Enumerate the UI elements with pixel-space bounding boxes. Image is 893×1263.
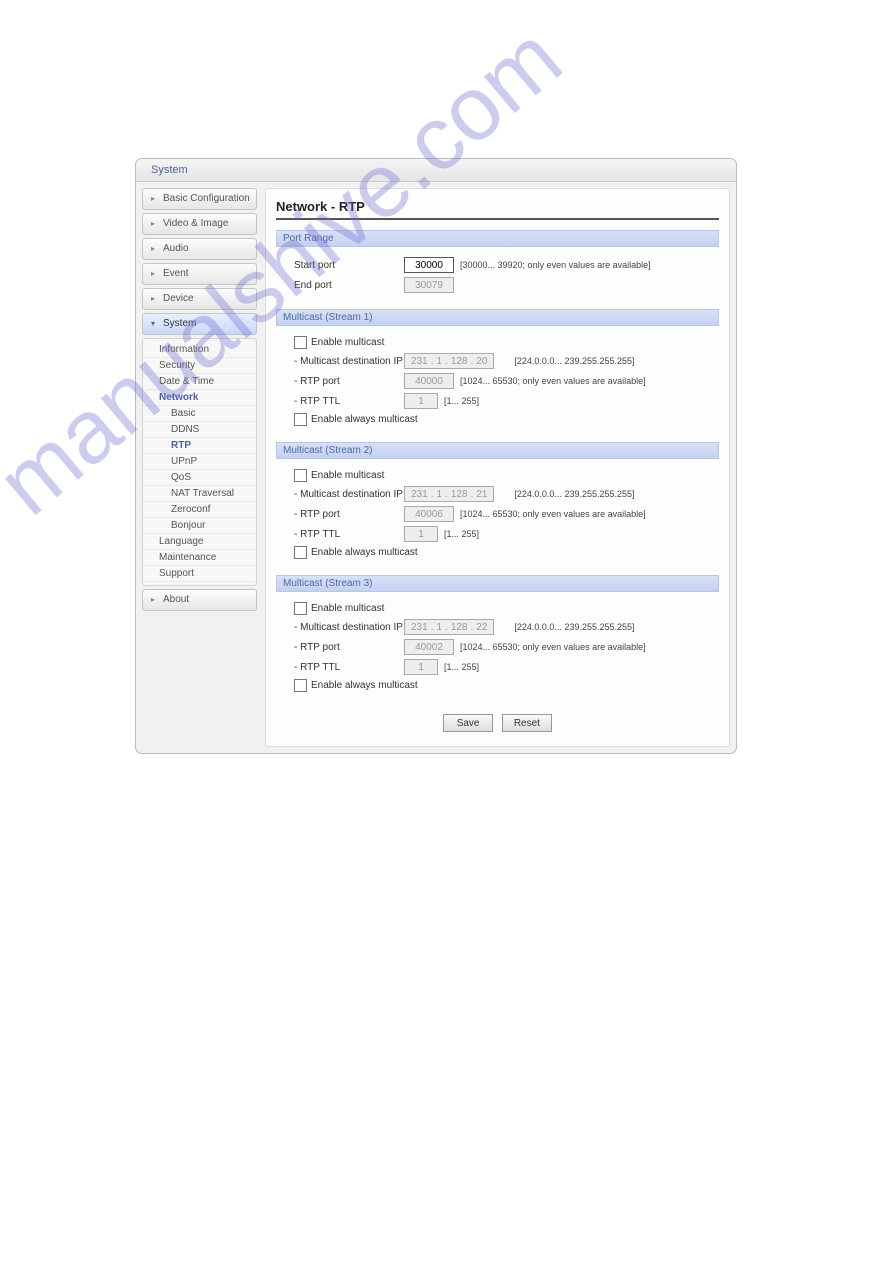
ip-hint-2: [224.0.0.0... 239.255.255.255] [514, 489, 634, 499]
ip-input-1[interactable]: 231.1.128.20 [404, 353, 494, 369]
expand-icon: ▸ [151, 189, 159, 197]
tree-item-language[interactable]: Language [143, 534, 256, 550]
sidebar-item-label: Device [163, 293, 194, 304]
always-multicast-label-2: Enable always multicast [311, 547, 418, 558]
end-port-input [404, 277, 454, 293]
section-stream2: Multicast (Stream 2) [276, 442, 719, 459]
always-multicast-label-3: Enable always multicast [311, 680, 418, 691]
tree-item-security[interactable]: Security [143, 358, 256, 374]
sidebar-item-about[interactable]: ▸ About [142, 589, 257, 611]
ip-label-3: Multicast destination IP [294, 622, 404, 633]
tree-item-support[interactable]: Support [143, 566, 256, 582]
sidebar-item-system[interactable]: ▾ System [142, 313, 257, 335]
page-title: Network - RTP [276, 199, 719, 220]
rtp-ttl-label-1: RTP TTL [294, 396, 404, 407]
tree-item-bonjour[interactable]: Bonjour [143, 518, 256, 534]
rtp-ttl-hint-2: [1... 255] [444, 529, 479, 539]
sidebar-item-label: Basic Configuration [163, 193, 250, 204]
tree-item-date-time[interactable]: Date & Time [143, 374, 256, 390]
rtp-port-hint-1: [1024... 65530; only even values are ava… [460, 376, 646, 386]
sidebar-item-event[interactable]: ▸ Event [142, 263, 257, 285]
rtp-ttl-input-1[interactable] [404, 393, 438, 409]
tree-item-ddns[interactable]: DDNS [143, 422, 256, 438]
ip-label-1: Multicast destination IP [294, 356, 404, 367]
start-port-label: Start port [294, 260, 404, 271]
always-multicast-checkbox-3[interactable] [294, 679, 307, 692]
expand-icon: ▸ [151, 214, 159, 222]
tree-item-maintenance[interactable]: Maintenance [143, 550, 256, 566]
sidebar-item-label: System [163, 318, 196, 329]
enable-multicast-checkbox-1[interactable] [294, 336, 307, 349]
tree-item-basic[interactable]: Basic [143, 406, 256, 422]
rtp-port-input-2[interactable] [404, 506, 454, 522]
end-port-label: End port [294, 280, 404, 291]
button-row: Save Reset [276, 714, 719, 732]
tree-item-network[interactable]: Network [143, 390, 256, 406]
tree-item-upnp[interactable]: UPnP [143, 454, 256, 470]
app-window: System ▸ Basic Configuration ▸ Video & Ima… [135, 158, 737, 754]
enable-multicast-label-3: Enable multicast [311, 603, 384, 614]
sidebar-item-label: Audio [163, 243, 189, 254]
save-button[interactable]: Save [443, 714, 493, 732]
reset-button[interactable]: Reset [502, 714, 552, 732]
rtp-ttl-hint-1: [1... 255] [444, 396, 479, 406]
expand-icon: ▸ [151, 590, 159, 598]
tree-item-zeroconf[interactable]: Zeroconf [143, 502, 256, 518]
rtp-ttl-input-2[interactable] [404, 526, 438, 542]
sidebar-tree: Information Security Date & Time Network… [142, 338, 257, 586]
expand-icon: ▸ [151, 264, 159, 272]
tree-item-qos[interactable]: QoS [143, 470, 256, 486]
tree-item-information[interactable]: Information [143, 342, 256, 358]
enable-multicast-label-2: Enable multicast [311, 470, 384, 481]
sidebar-item-video-image[interactable]: ▸ Video & Image [142, 213, 257, 235]
ip-hint-3: [224.0.0.0... 239.255.255.255] [514, 622, 634, 632]
window-title: System [136, 159, 736, 182]
sidebar-item-label: Video & Image [163, 218, 228, 229]
enable-multicast-label-1: Enable multicast [311, 337, 384, 348]
content-panel: Network - RTP Port Range Start port [300… [265, 188, 730, 747]
enable-multicast-checkbox-2[interactable] [294, 469, 307, 482]
expand-icon: ▸ [151, 289, 159, 297]
rtp-port-hint-2: [1024... 65530; only even values are ava… [460, 509, 646, 519]
ip-hint-1: [224.0.0.0... 239.255.255.255] [514, 356, 634, 366]
start-port-input[interactable] [404, 257, 454, 273]
rtp-port-label-1: RTP port [294, 376, 404, 387]
always-multicast-label-1: Enable always multicast [311, 414, 418, 425]
enable-multicast-checkbox-3[interactable] [294, 602, 307, 615]
ip-input-3[interactable]: 231.1.128.22 [404, 619, 494, 635]
sidebar-item-audio[interactable]: ▸ Audio [142, 238, 257, 260]
rtp-ttl-hint-3: [1... 255] [444, 662, 479, 672]
rtp-port-label-3: RTP port [294, 642, 404, 653]
rtp-ttl-label-2: RTP TTL [294, 529, 404, 540]
sidebar-item-label: About [163, 594, 189, 605]
sidebar-item-label: Event [163, 268, 189, 279]
always-multicast-checkbox-1[interactable] [294, 413, 307, 426]
ip-input-2[interactable]: 231.1.128.21 [404, 486, 494, 502]
section-stream3: Multicast (Stream 3) [276, 575, 719, 592]
expand-icon: ▸ [151, 239, 159, 247]
ip-label-2: Multicast destination IP [294, 489, 404, 500]
expand-icon: ▾ [151, 314, 159, 322]
sidebar: ▸ Basic Configuration ▸ Video & Image ▸ Aud… [142, 188, 257, 747]
section-port-range: Port Range [276, 230, 719, 247]
rtp-port-hint-3: [1024... 65530; only even values are ava… [460, 642, 646, 652]
rtp-port-input-3[interactable] [404, 639, 454, 655]
rtp-port-input-1[interactable] [404, 373, 454, 389]
tree-item-nat-traversal[interactable]: NAT Traversal [143, 486, 256, 502]
rtp-port-label-2: RTP port [294, 509, 404, 520]
always-multicast-checkbox-2[interactable] [294, 546, 307, 559]
sidebar-item-device[interactable]: ▸ Device [142, 288, 257, 310]
start-port-hint: [30000... 39920; only even values are av… [460, 260, 651, 270]
rtp-ttl-label-3: RTP TTL [294, 662, 404, 673]
rtp-ttl-input-3[interactable] [404, 659, 438, 675]
sidebar-item-basic-configuration[interactable]: ▸ Basic Configuration [142, 188, 257, 210]
tree-item-rtp[interactable]: RTP [143, 438, 256, 454]
section-stream1: Multicast (Stream 1) [276, 309, 719, 326]
